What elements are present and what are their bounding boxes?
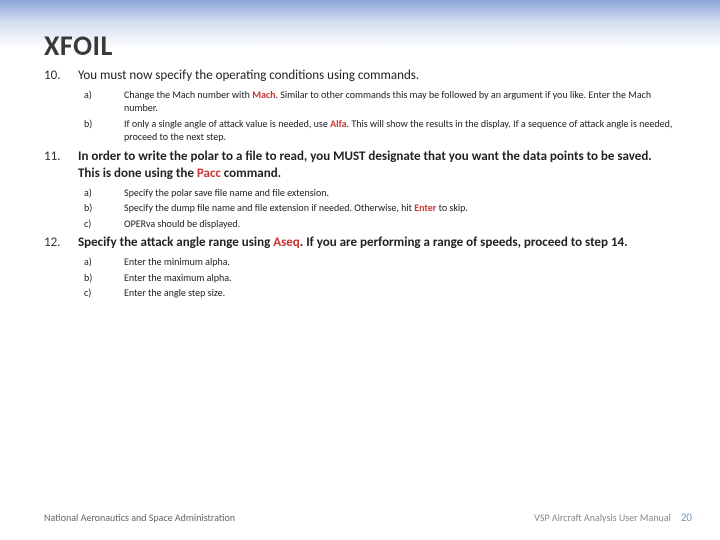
sub-list: a)Enter the minimum alpha.b)Enter the ma… [84,255,676,300]
command: Aseq [273,235,300,250]
sub-label: c) [84,217,124,231]
command: Alfa [330,117,346,130]
item-body: In order to write the polar to a file to… [78,149,676,232]
sub-text: Enter the maximum alpha. [124,271,676,285]
footer-manual: VSP Aircraft Analysis User Manual [534,511,671,524]
sub-label: a) [84,88,124,115]
footer-left: National Aeronautics and Space Administr… [44,511,235,524]
sub-text: Enter the minimum alpha. [124,255,676,269]
sub-item: b)Enter the maximum alpha. [84,271,676,285]
sub-label: c) [84,286,124,300]
sub-label: b) [84,271,124,285]
sub-item: b)Specify the dump file name and file ex… [84,201,676,215]
sub-text: If only a single angle of attack value i… [124,117,676,144]
sub-list: a)Change the Mach number with Mach. Simi… [84,88,676,144]
item-text: You must now specify the operating condi… [78,68,676,85]
sub-item: b)If only a single angle of attack value… [84,117,676,144]
item-text: In order to write the polar to a file to… [78,149,676,183]
sub-text: OPERva should be displayed. [124,217,676,231]
sub-item: a)Specify the polar save file name and f… [84,186,676,200]
sub-item: a)Change the Mach number with Mach. Simi… [84,88,676,115]
item-text: Specify the attack angle range using Ase… [78,235,676,252]
content-area: XFOIL 10.You must now specify the operat… [0,0,720,302]
item-number: 11. [44,149,78,232]
key-name: Enter [414,201,436,214]
list-item: 12.Specify the attack angle range using … [44,235,676,301]
footer-right: VSP Aircraft Analysis User Manual 20 [534,511,692,524]
sub-label: a) [84,255,124,269]
sub-label: a) [84,186,124,200]
numbered-list: 10.You must now specify the operating co… [44,68,676,302]
list-item: 10.You must now specify the operating co… [44,68,676,146]
list-item: 11.In order to write the polar to a file… [44,149,676,232]
sub-text: Specify the polar save file name and fil… [124,186,676,200]
sub-text: Specify the dump file name and file exte… [124,201,676,215]
sub-item: c)Enter the angle step size. [84,286,676,300]
sub-label: b) [84,201,124,215]
sub-item: c)OPERva should be displayed. [84,217,676,231]
sub-label: b) [84,117,124,144]
sub-text: Enter the angle step size. [124,286,676,300]
sub-list: a)Specify the polar save file name and f… [84,186,676,231]
page-title: XFOIL [44,28,676,63]
command: Mach [252,88,275,101]
slide: XFOIL 10.You must now specify the operat… [0,0,720,540]
item-number: 10. [44,68,78,146]
sub-text: Change the Mach number with Mach. Simila… [124,88,676,115]
sub-item: a)Enter the minimum alpha. [84,255,676,269]
item-body: Specify the attack angle range using Ase… [78,235,676,301]
item-number: 12. [44,235,78,301]
footer: National Aeronautics and Space Administr… [0,511,720,524]
item-body: You must now specify the operating condi… [78,68,676,146]
page-number: 20 [681,511,692,524]
command: Pacc [197,166,221,181]
